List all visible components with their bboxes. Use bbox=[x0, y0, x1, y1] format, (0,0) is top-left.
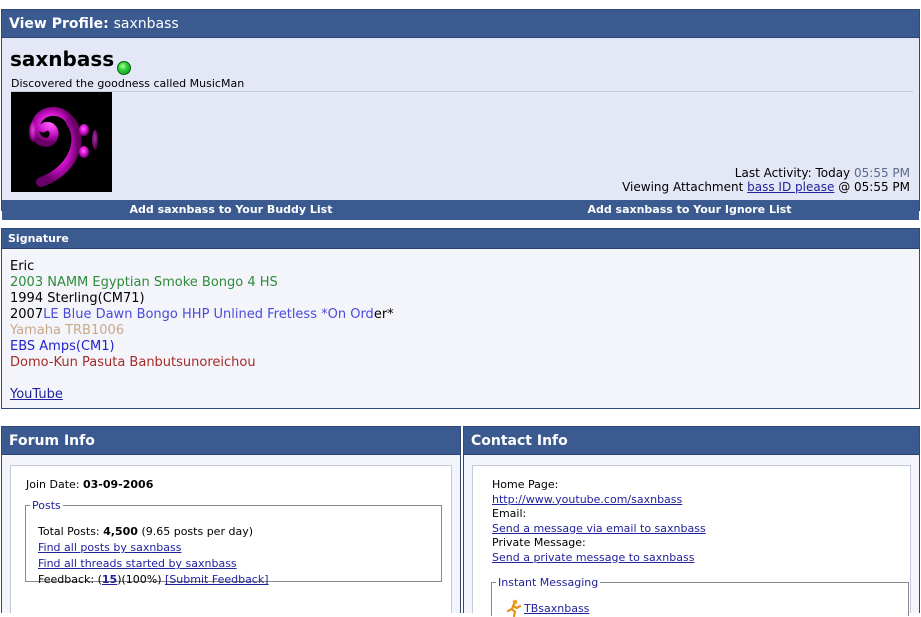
feedback-count-link[interactable]: 15 bbox=[102, 573, 117, 586]
aim-running-man-icon bbox=[506, 599, 522, 617]
signature-line: 2003 NAMM Egyptian Smoke Bongo 4 HS bbox=[10, 275, 278, 290]
profile-panel: View Profile: saxnbass saxnbass Discover… bbox=[1, 9, 920, 220]
total-posts-label: Total Posts: bbox=[38, 525, 100, 538]
email-label: Email: bbox=[492, 507, 527, 520]
signature-line: 1994 Sterling(CM71) bbox=[10, 291, 145, 306]
contact-info-panel: Contact Info Home Page: http://www.youtu… bbox=[463, 426, 920, 617]
signature-body: Eric 2003 NAMM Egyptian Smoke Bongo 4 HS… bbox=[10, 259, 394, 403]
signature-line-end: er* bbox=[373, 307, 394, 322]
email-link[interactable]: Send a message via email to saxnbass bbox=[492, 522, 706, 535]
join-date-value: 03-09-2006 bbox=[83, 478, 154, 491]
last-activity-label: Last Activity: Today bbox=[734, 166, 851, 180]
pm-link[interactable]: Send a private message to saxnbass bbox=[492, 551, 694, 564]
last-activity-time: 05:55 PM bbox=[854, 166, 910, 180]
user-title: Discovered the goodness called MusicMan bbox=[11, 77, 245, 90]
submit-feedback-link[interactable]: [Submit Feedback] bbox=[165, 573, 269, 586]
posts-legend: Posts bbox=[32, 499, 61, 512]
signature-panel: Signature Eric 2003 NAMM Egyptian Smoke … bbox=[1, 228, 920, 409]
join-date-label: Join Date: bbox=[26, 478, 80, 491]
add-ignore-link[interactable]: Add saxnbass to Your Ignore List bbox=[460, 200, 919, 220]
feedback-label: Feedback: ( bbox=[38, 573, 102, 586]
avatar bbox=[11, 92, 112, 192]
signature-line: 2007LE Blue Dawn Bongo HHP Unlined Fretl… bbox=[10, 307, 394, 323]
pm-label: Private Message: bbox=[492, 536, 586, 549]
youtube-link[interactable]: YouTube bbox=[10, 387, 63, 402]
signature-header: Signature bbox=[2, 229, 919, 249]
im-legend: Instant Messaging bbox=[498, 576, 599, 589]
feedback-percent: )(100%) bbox=[117, 573, 162, 586]
signature-spacer bbox=[10, 371, 394, 387]
viewing-suffix: @ 05:55 PM bbox=[838, 180, 910, 194]
signature-line: EBS Amps(CM1) bbox=[10, 339, 115, 354]
posts-fieldset: Posts Total Posts: 4,500 (9.65 posts per… bbox=[25, 499, 442, 586]
signature-line: Yamaha TRB1006 bbox=[10, 323, 125, 338]
join-date: Join Date: 03-09-2006 bbox=[26, 478, 153, 491]
divider bbox=[11, 91, 913, 92]
find-posts-link[interactable]: Find all posts by saxnbass bbox=[38, 541, 182, 554]
signature-line-gradient: LE Blue Dawn Bongo HHP Unlined Fretless … bbox=[43, 307, 374, 322]
viewing-prefix: Viewing Attachment bbox=[622, 180, 744, 194]
home-page-link[interactable]: http://www.youtube.com/saxnbass bbox=[492, 493, 682, 506]
signature-line: Eric bbox=[10, 259, 35, 274]
forum-info-body: Join Date: 03-09-2006 Posts Total Posts:… bbox=[10, 465, 452, 613]
forum-info-header: Forum Info bbox=[2, 427, 460, 455]
find-threads-link[interactable]: Find all threads started by saxnbass bbox=[38, 557, 237, 570]
home-page-label: Home Page: bbox=[492, 478, 559, 491]
profile-header-label: View Profile bbox=[9, 16, 104, 32]
posts-per-day: (9.65 posts per day) bbox=[141, 525, 253, 538]
add-buddy-link[interactable]: Add saxnbass to Your Buddy List bbox=[2, 200, 460, 220]
username: saxnbass bbox=[10, 47, 115, 71]
activity-info: Last Activity: Today 05:55 PM Viewing At… bbox=[622, 166, 910, 194]
profile-header-user: saxnbass bbox=[113, 16, 179, 32]
signature-line-year: 2007 bbox=[10, 307, 44, 322]
forum-info-panel: Forum Info Join Date: 03-09-2006 Posts T… bbox=[1, 426, 461, 613]
contact-info-header: Contact Info bbox=[464, 427, 919, 455]
total-posts-value: 4,500 bbox=[103, 525, 138, 538]
bass-clef-logo-icon bbox=[29, 107, 98, 187]
im-fieldset: Instant Messaging TBsaxnbass bbox=[491, 576, 909, 617]
signature-line: Domo-Kun Pasuta Banbutsunoreichou bbox=[10, 355, 256, 370]
profile-header: View Profile: saxnbass bbox=[2, 10, 919, 38]
contact-info-body: Home Page: http://www.youtube.com/saxnba… bbox=[472, 465, 911, 617]
online-status-icon bbox=[117, 61, 131, 75]
viewing-link[interactable]: bass ID please bbox=[747, 180, 834, 194]
profile-actions-bar: Add saxnbass to Your Buddy List Add saxn… bbox=[2, 200, 919, 220]
